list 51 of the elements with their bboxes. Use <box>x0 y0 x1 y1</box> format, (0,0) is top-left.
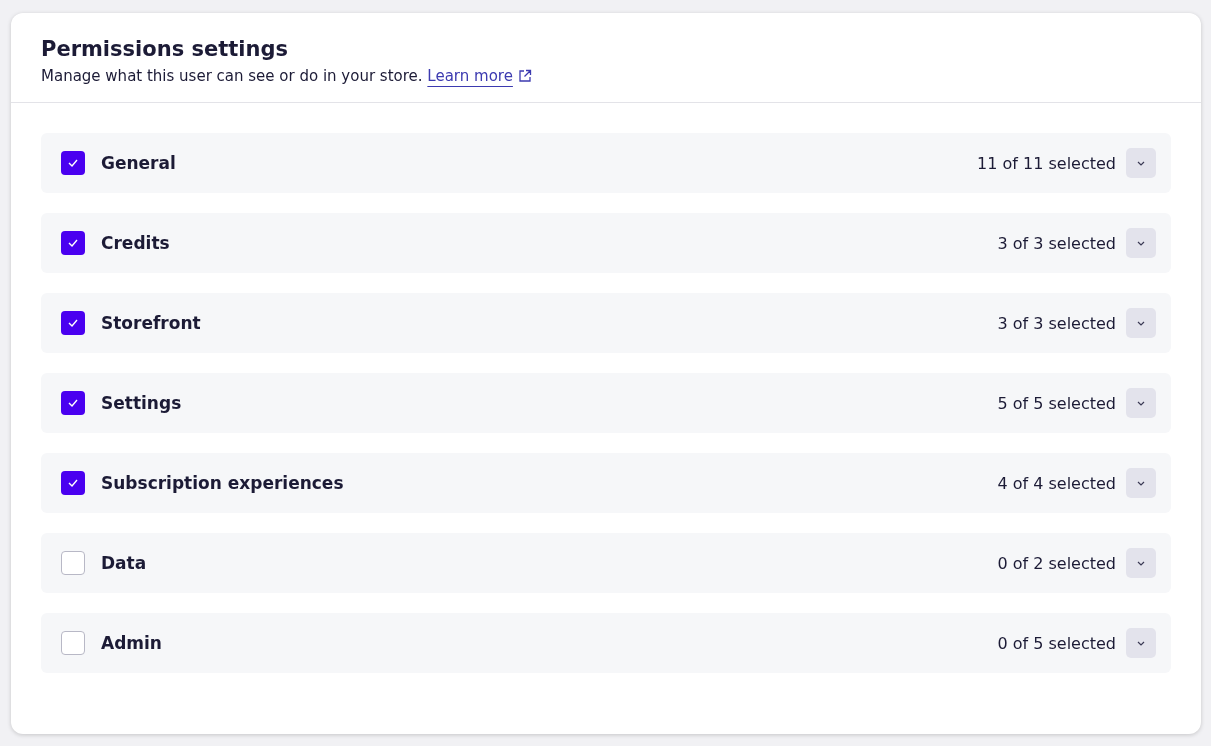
external-link-icon <box>517 69 532 83</box>
expand-button[interactable] <box>1126 548 1156 578</box>
selection-count: 4 of 4 selected <box>997 473 1116 493</box>
checkbox[interactable] <box>61 391 85 415</box>
section-title: Permissions settings <box>41 37 289 61</box>
group-label: Settings <box>101 393 183 413</box>
checkmark-icon <box>68 399 78 407</box>
chevron-down-icon <box>1137 560 1145 566</box>
group-label: Credits <box>101 233 171 253</box>
checkbox[interactable] <box>61 471 85 495</box>
checkmark-icon <box>68 159 78 167</box>
checkbox[interactable] <box>61 551 85 575</box>
permission-group-row[interactable]: Subscription experiences 4 of 4 selected <box>41 453 1171 513</box>
permission-group-row[interactable]: Admin 0 of 5 selected <box>41 613 1171 673</box>
expand-button[interactable] <box>1126 388 1156 418</box>
chevron-down-icon <box>1137 160 1145 166</box>
chevron-down-icon <box>1137 480 1145 486</box>
permission-group-row[interactable]: Settings 5 of 5 selected <box>41 373 1171 433</box>
permission-group-row[interactable]: Data 0 of 2 selected <box>41 533 1171 593</box>
expand-button[interactable] <box>1126 628 1156 658</box>
expand-button[interactable] <box>1126 308 1156 338</box>
checkbox[interactable] <box>61 311 85 335</box>
selection-count: 11 of 11 selected <box>977 153 1116 173</box>
chevron-down-icon <box>1137 320 1145 326</box>
checkbox[interactable] <box>61 231 85 255</box>
section-description: Manage what this user can see or do in your store. Learn more <box>41 67 1171 85</box>
expand-button[interactable] <box>1126 148 1156 178</box>
selection-count: 3 of 3 selected <box>997 233 1116 253</box>
chevron-down-icon <box>1137 400 1145 406</box>
selection-count: 0 of 2 selected <box>997 553 1116 573</box>
permission-group-row[interactable]: Storefront 3 of 3 selected <box>41 293 1171 353</box>
permission-group-row[interactable]: Credits 3 of 3 selected <box>41 213 1171 273</box>
checkbox[interactable] <box>61 631 85 655</box>
checkbox[interactable] <box>61 151 85 175</box>
checkmark-icon <box>68 239 78 247</box>
selection-count: 5 of 5 selected <box>997 393 1116 413</box>
group-label: Data <box>101 553 148 573</box>
selection-count: 3 of 3 selected <box>997 313 1116 333</box>
group-label: General <box>101 153 177 173</box>
selection-count: 0 of 5 selected <box>997 633 1116 653</box>
group-label: Storefront <box>101 313 202 333</box>
learn-more-link[interactable]: Learn more <box>427 67 513 85</box>
expand-button[interactable] <box>1126 468 1156 498</box>
permission-group-row[interactable]: General 11 of 11 selected <box>41 133 1171 193</box>
checkmark-icon <box>68 479 78 487</box>
chevron-down-icon <box>1137 640 1145 646</box>
group-label: Admin <box>101 633 163 653</box>
group-label: Subscription experiences <box>101 473 345 493</box>
chevron-down-icon <box>1137 240 1145 246</box>
checkmark-icon <box>68 319 78 327</box>
expand-button[interactable] <box>1126 228 1156 258</box>
